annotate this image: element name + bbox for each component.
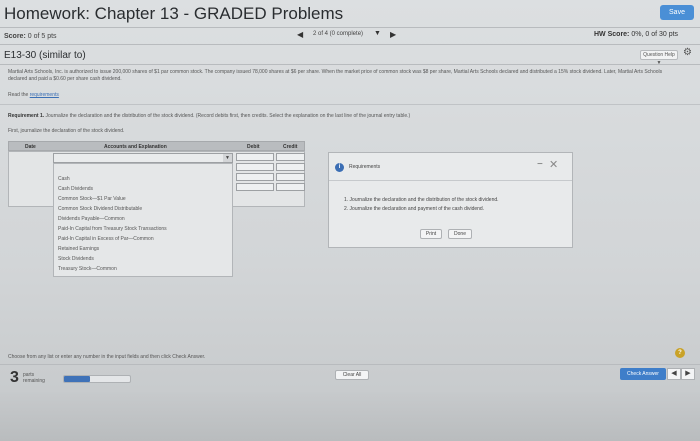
chevron-down-icon[interactable]: ▼ [223,154,232,162]
dropdown-option[interactable]: Retained Earnings [58,246,99,252]
footer-divider [0,364,700,365]
score-display: Score: 0 of 5 pts [4,33,57,40]
question-list-chevron-icon[interactable]: ▼ [374,30,381,37]
col-date: Date [25,144,36,150]
next-question-icon[interactable]: ▶ [390,30,396,39]
col-debit: Debit [247,144,260,150]
dropdown-option[interactable]: Dividends Payable—Common [58,216,125,222]
next-part-icon[interactable]: ▶ [681,368,695,380]
credit-input[interactable] [276,163,305,171]
dropdown-option[interactable]: Common Stock Dividend Distributable [58,206,142,212]
score-divider [0,44,700,45]
read-requirements: Read the requirements [8,92,59,98]
dropdown-option[interactable]: Cash [58,176,70,182]
footer-instruction: Choose from any list or enter any number… [8,354,206,360]
credit-input[interactable] [276,153,305,161]
credit-input[interactable] [276,183,305,191]
section-divider [0,104,700,105]
header-bar: Homework: Chapter 13 - GRADED Problems S… [0,0,700,28]
debit-input[interactable] [236,153,274,161]
dropdown-option[interactable]: Paid-In Capital from Treasury Stock Tran… [58,226,167,232]
minimize-icon[interactable]: − [537,159,543,170]
check-answer-button[interactable]: Check Answer [620,368,666,380]
score-label: Score: [4,33,26,40]
requirement-instruction: Requirement 1. Journalize the declaratio… [8,113,410,119]
requirement-item: 1. Journalize the declaration and the di… [344,197,499,203]
col-accounts: Accounts and Explanation [104,144,167,150]
question-help-button[interactable]: Question Help ▼ [640,50,678,66]
requirement-text: Journalize the declaration and the distr… [45,113,411,119]
prev-part-icon[interactable]: ◀ [667,368,681,380]
parts-label-line2: remaining [23,378,45,384]
popup-divider [329,180,572,181]
dropdown-option[interactable]: Treasury Stock—Common [58,266,117,272]
footer-shade [0,392,700,441]
page-title: Homework: Chapter 13 - GRADED Problems [4,4,344,23]
requirement-item: 2. Journalize the declaration and paymen… [344,206,485,212]
account-dropdown-list: Cash Cash Dividends Common Stock—$1 Par … [53,163,233,277]
done-button[interactable]: Done [448,229,472,239]
score-value: 0 of 5 pts [27,33,57,40]
print-button[interactable]: Print [420,229,442,239]
first-instruction: First, journalize the declaration of the… [8,128,125,134]
requirements-popup: i Requirements − ✕ 1. Journalize the dec… [328,152,573,248]
credit-input[interactable] [276,173,305,181]
debit-input[interactable] [236,173,274,181]
requirements-link[interactable]: requirements [30,92,59,98]
prev-question-icon[interactable]: ◀ [297,30,303,39]
question-progress: 2 of 4 (0 complete) [313,31,364,37]
clear-all-button[interactable]: Clear All [335,370,369,380]
hw-score-label: HW Score: [594,31,630,38]
title-divider [0,64,700,65]
read-prefix: Read the [8,92,29,98]
requirement-label: Requirement 1. [8,113,45,119]
progress-bar [63,375,131,383]
dropdown-option[interactable]: Common Stock—$1 Par Value [58,196,126,202]
close-icon[interactable]: ✕ [549,158,558,171]
gear-icon[interactable]: ⚙ [683,47,692,58]
parts-remaining-label: parts remaining [23,372,45,384]
hw-score-display: HW Score: 0%, 0 of 30 pts [594,31,678,38]
header-divider [0,27,700,28]
dropdown-option[interactable]: Cash Dividends [58,186,93,192]
problem-title: E13-30 (similar to) [4,50,86,61]
debit-input[interactable] [236,183,274,191]
progress-fill [64,376,90,382]
account-select[interactable]: ▼ [53,153,233,163]
dropdown-option[interactable]: Stock Dividends [58,256,94,262]
homework-page: Homework: Chapter 13 - GRADED Problems S… [0,0,700,441]
save-button[interactable]: Save [660,5,694,20]
hw-score-value: 0%, 0 of 30 pts [631,31,679,38]
problem-statement: Martial Arts Schools, Inc. is authorized… [8,69,663,82]
help-icon[interactable]: ? [675,348,685,358]
col-credit: Credit [283,144,298,150]
info-icon: i [335,163,344,172]
parts-remaining-count: 3 [10,369,19,386]
dropdown-option[interactable]: Paid-In Capital in Excess of Par—Common [58,236,154,242]
debit-input[interactable] [236,163,274,171]
journal-table-header: Date Accounts and Explanation Debit Cred… [8,141,305,151]
popup-title: Requirements [349,164,381,170]
